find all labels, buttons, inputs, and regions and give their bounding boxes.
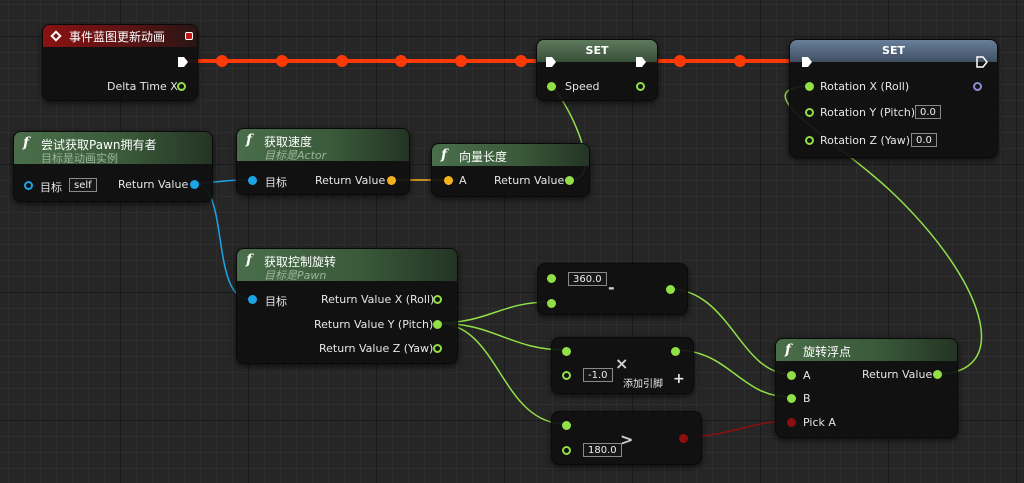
try-get-pawn-self-field[interactable]: self <box>69 178 97 192</box>
set-speed-node[interactable]: SET Speed <box>536 39 658 101</box>
select-float-a-pin[interactable] <box>787 371 796 380</box>
select-float-title: 旋转浮点 <box>803 345 852 359</box>
multiply-a-pin[interactable] <box>562 347 571 356</box>
rotation-out-pin[interactable] <box>973 82 982 91</box>
try-get-pawn-target-label: 目标 <box>40 181 62 194</box>
vector-length-a-pin[interactable] <box>444 176 453 185</box>
select-float-b-pin[interactable] <box>787 394 796 403</box>
get-velocity-subtitle-text: 目标是Actor <box>264 149 327 162</box>
function-icon: f <box>785 342 792 358</box>
set-rotation-header: SET <box>790 40 997 62</box>
subtract-operator: - <box>608 278 615 297</box>
rotation-yaw-field[interactable]: 0.0 <box>911 133 937 147</box>
select-float-return-pin[interactable] <box>933 370 942 379</box>
add-pin-label[interactable]: 添加引脚 <box>623 375 663 390</box>
event-diamond-icon <box>50 30 62 42</box>
return-value-x-pin[interactable] <box>433 295 442 304</box>
function-icon: f <box>23 135 30 151</box>
vector-length-header: f 向量长度 <box>432 144 589 166</box>
get-velocity-node[interactable]: f 获取速度 目标是Actor 目标 Return Value <box>236 128 410 195</box>
event-blueprint-update-animation-node[interactable]: 事件蓝图更新动画 Delta Time X <box>42 24 198 101</box>
event-node-title: 事件蓝图更新动画 <box>69 30 166 44</box>
speed-label: Speed <box>565 80 600 93</box>
compare-value-field[interactable]: 180.0 <box>583 443 622 457</box>
rotation-roll-pin[interactable] <box>805 82 814 91</box>
return-value-y-pin[interactable] <box>433 320 442 329</box>
select-float-return-label: Return Value <box>862 368 933 381</box>
event-exec-out-pin[interactable] <box>177 56 189 68</box>
get-control-rotation-subtitle-text: 目标是Pawn <box>264 269 327 282</box>
get-control-rotation-header: f 获取控制旋转 目标是Pawn <box>237 249 457 283</box>
multiply-value-field[interactable]: -1.0 <box>583 368 613 382</box>
set-rotation-exec-out-pin[interactable] <box>976 56 988 68</box>
compare-b-pin[interactable] <box>562 446 571 455</box>
get-control-rotation-target-pin[interactable] <box>248 295 257 304</box>
return-value-x-label: Return Value X (Roll) <box>321 293 435 306</box>
get-velocity-target-label: 目标 <box>265 176 287 189</box>
rotation-pitch-pin[interactable] <box>805 108 814 117</box>
vector-length-return-pin[interactable] <box>565 176 574 185</box>
vector-length-a-label: A <box>459 174 467 187</box>
select-float-a-label: A <box>803 369 811 382</box>
subtract-a-pin[interactable] <box>547 274 556 283</box>
compare-greater-node[interactable]: > 180.0 <box>551 411 702 465</box>
rotation-roll-label: Rotation X (Roll) <box>820 80 910 93</box>
get-control-rotation-subtitle: 目标是Pawn <box>264 267 326 283</box>
function-icon: f <box>246 132 253 148</box>
subtract-out-pin[interactable] <box>666 285 675 294</box>
vector-length-return-label: Return Value <box>494 174 565 187</box>
try-get-pawn-target-pin[interactable] <box>24 181 33 190</box>
compare-operator: > <box>620 430 634 449</box>
select-float-pick-a-label: Pick A <box>803 416 836 429</box>
compare-out-pin[interactable] <box>679 434 688 443</box>
vector-length-title: 向量长度 <box>459 150 508 164</box>
rotation-yaw-pin[interactable] <box>805 136 814 145</box>
get-velocity-header: f 获取速度 目标是Actor <box>237 129 409 163</box>
get-velocity-target-pin[interactable] <box>248 176 257 185</box>
multiply-node[interactable]: × -1.0 添加引脚 + <box>551 337 694 394</box>
get-velocity-return-label: Return Value <box>315 174 386 187</box>
multiply-out-pin[interactable] <box>671 347 680 356</box>
try-get-pawn-return-pin[interactable] <box>190 180 199 189</box>
set-speed-exec-in-pin[interactable] <box>545 56 557 68</box>
vector-length-node[interactable]: f 向量长度 A Return Value <box>431 143 590 197</box>
delta-time-pin[interactable] <box>177 82 186 91</box>
multiply-operator: × <box>615 354 629 373</box>
event-stop-icon <box>185 32 193 40</box>
multiply-b-pin[interactable] <box>562 371 571 380</box>
set-rotation-node[interactable]: SET Rotation X (Roll) Rotation Y (Pitch)… <box>789 39 998 158</box>
subtract-value-field[interactable]: 360.0 <box>568 272 607 286</box>
get-velocity-subtitle: 目标是Actor <box>264 147 326 163</box>
select-float-pick-a-pin[interactable] <box>787 418 796 427</box>
try-get-pawn-owner-node[interactable]: f 尝试获取Pawn拥有者 目标是动画实例 目标 self Return Val… <box>13 131 213 202</box>
set-rotation-exec-in-pin[interactable] <box>801 56 813 68</box>
get-control-rotation-target-label: 目标 <box>265 295 287 308</box>
rotation-yaw-label: Rotation Z (Yaw) <box>820 134 911 147</box>
get-velocity-return-pin[interactable] <box>387 176 396 185</box>
speed-out-pin[interactable] <box>636 82 645 91</box>
subtract-node[interactable]: 360.0 - <box>537 263 688 315</box>
return-value-y-label: Return Value Y (Pitch) <box>314 318 434 331</box>
try-get-pawn-return-label: Return Value <box>118 178 189 191</box>
subtract-b-pin[interactable] <box>547 299 556 308</box>
event-node-header: 事件蓝图更新动画 <box>43 25 197 47</box>
rotation-pitch-field[interactable]: 0.0 <box>915 105 941 119</box>
get-control-rotation-node[interactable]: f 获取控制旋转 目标是Pawn 目标 Return Value X (Roll… <box>236 248 458 364</box>
speed-in-pin[interactable] <box>547 82 556 91</box>
select-float-b-label: B <box>803 392 811 405</box>
try-get-pawn-header: f 尝试获取Pawn拥有者 目标是动画实例 <box>14 132 212 165</box>
select-float-header: f 旋转浮点 <box>776 339 957 361</box>
function-icon: f <box>246 252 253 268</box>
function-icon: f <box>441 147 448 163</box>
return-value-z-label: Return Value Z (Yaw) <box>319 342 434 355</box>
return-value-z-pin[interactable] <box>433 344 442 353</box>
add-pin-icon[interactable]: + <box>673 371 685 387</box>
select-float-node[interactable]: f 旋转浮点 A Return Value B Pick A <box>775 338 958 438</box>
compare-a-pin[interactable] <box>562 421 571 430</box>
try-get-pawn-subtitle: 目标是动画实例 <box>41 152 118 165</box>
rotation-pitch-label: Rotation Y (Pitch) <box>820 106 916 119</box>
delta-time-label: Delta Time X <box>107 80 178 93</box>
set-speed-exec-out-pin[interactable] <box>635 56 647 68</box>
